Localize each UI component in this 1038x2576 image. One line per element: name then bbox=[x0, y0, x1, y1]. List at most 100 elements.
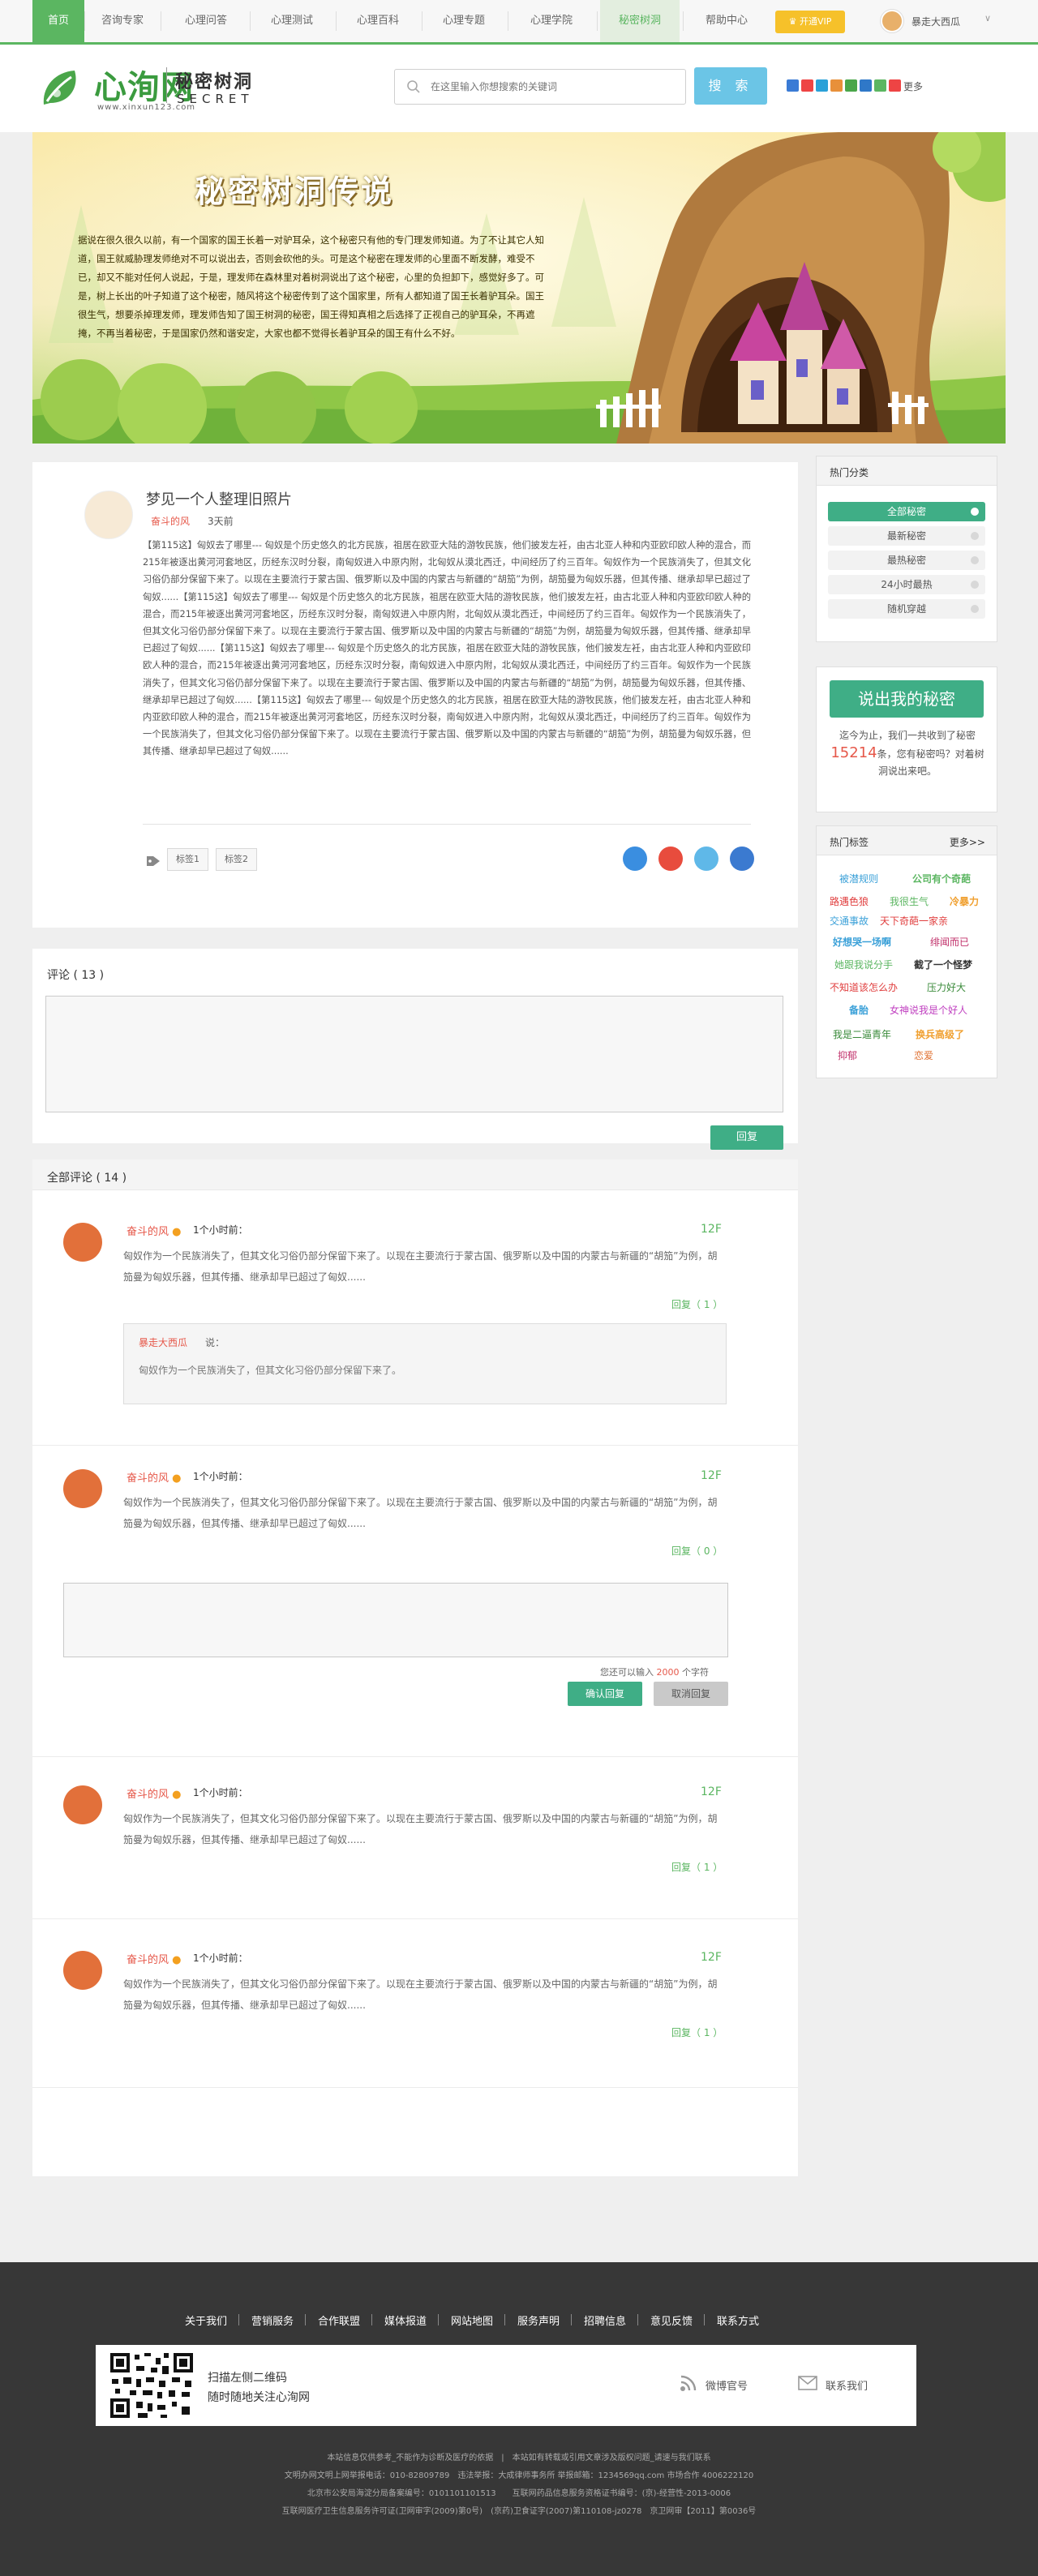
share-more-link[interactable]: 更多 bbox=[903, 79, 923, 93]
share-plus-icon[interactable] bbox=[889, 79, 901, 92]
category-all[interactable]: 全部秘密 bbox=[828, 502, 985, 521]
reply-toggle[interactable]: 回复（ 1 ） bbox=[671, 1860, 723, 1874]
footer-link[interactable]: 关于我们 bbox=[185, 2312, 227, 2328]
hot-tag[interactable]: 压力好大 bbox=[927, 980, 966, 994]
reply-toggle[interactable]: 回复（ 0 ） bbox=[671, 1544, 723, 1558]
comment-list: 全部评论 ( 14 ) 奋斗的风 ● 1个小时前： 12F 匈奴作为一个民族消失… bbox=[32, 1159, 798, 2176]
comment-author[interactable]: 奋斗的风 ● bbox=[127, 1469, 182, 1485]
hot-tag[interactable]: 被潜规则 bbox=[839, 872, 878, 885]
nav-item-wiki[interactable]: 心理百科 bbox=[337, 0, 418, 42]
search-icon bbox=[407, 80, 420, 93]
footer-link[interactable]: 营销服务 bbox=[251, 2312, 294, 2328]
search-button[interactable]: 搜 索 bbox=[694, 67, 767, 105]
more-tags-link[interactable]: 更多>> bbox=[950, 835, 985, 849]
footer-link[interactable]: 合作联盟 bbox=[318, 2312, 360, 2328]
user-avatar bbox=[881, 10, 903, 32]
cancel-reply-button[interactable]: 取消回复 bbox=[654, 1682, 728, 1706]
renren-icon[interactable] bbox=[830, 79, 843, 92]
reply-toggle[interactable]: 回复（ 1 ） bbox=[671, 2025, 723, 2039]
comment-text: 匈奴作为一个民族消失了，但其文化习俗仍部分保留下来了。以现在主要流行于蒙古国、俄… bbox=[123, 1813, 718, 1845]
site-header: 心洵网 www.xinxun123.com 秘密树洞 SECRET 搜 索 更多 bbox=[0, 45, 1038, 132]
wechat-icon[interactable] bbox=[874, 79, 886, 92]
qq-share-icon[interactable] bbox=[623, 847, 647, 871]
footer-link-separator bbox=[371, 2314, 372, 2325]
qzone-icon[interactable] bbox=[787, 79, 799, 92]
panel-header: 热门分类 bbox=[817, 456, 997, 486]
category-random[interactable]: 随机穿越 bbox=[828, 599, 985, 619]
hot-tag[interactable]: 她跟我说分手 bbox=[834, 958, 893, 971]
renren-share-icon[interactable] bbox=[730, 847, 754, 871]
nav-item-secret-tree[interactable]: 秘密树洞 bbox=[600, 0, 680, 42]
hot-tag[interactable]: 天下奇葩一家亲 bbox=[880, 914, 948, 928]
footer-follow-panel: 扫描左侧二维码 随时随地关注心洵网 微博官号 联系我们 bbox=[96, 2345, 916, 2426]
reply-textarea[interactable] bbox=[63, 1583, 728, 1657]
hot-tag[interactable]: 我是二逼青年 bbox=[833, 1027, 891, 1041]
post-body: 【第115这】匈奴去了哪里--- 匈奴是个历史悠久的北方民族，祖居在欧亚大陆的游… bbox=[143, 540, 751, 757]
medal-icon: ● bbox=[172, 1472, 182, 1485]
nav-separator bbox=[683, 11, 684, 31]
hot-tag[interactable]: 冷暴力 bbox=[950, 894, 979, 908]
search-input[interactable] bbox=[431, 76, 674, 97]
kaixin-icon[interactable] bbox=[860, 79, 872, 92]
hot-tag[interactable]: 绯闻而已 bbox=[930, 935, 969, 949]
weibo-account-link[interactable]: 微博官号 bbox=[706, 2377, 748, 2393]
reply-button[interactable]: 回复 bbox=[710, 1125, 783, 1150]
nav-item-test[interactable]: 心理测试 bbox=[251, 0, 332, 42]
comment-textarea[interactable] bbox=[45, 996, 783, 1112]
comment-author[interactable]: 奋斗的风 ● bbox=[127, 1223, 182, 1238]
comment-author[interactable]: 奋斗的风 ● bbox=[127, 1785, 182, 1801]
nav-item-home[interactable]: 首页 bbox=[32, 0, 84, 42]
nav-item-academy[interactable]: 心理学院 bbox=[509, 0, 594, 42]
category-24h[interactable]: 24小时最热 bbox=[828, 575, 985, 594]
category-latest[interactable]: 最新秘密 bbox=[828, 526, 985, 546]
commenter-avatar bbox=[63, 1951, 102, 1990]
hot-tag[interactable]: 女神说我是个好人 bbox=[890, 1003, 967, 1017]
hot-tag[interactable]: 好想哭一场啊 bbox=[833, 935, 891, 949]
confirm-reply-button[interactable]: 确认回复 bbox=[568, 1682, 642, 1706]
comment-time: 1个小时前： bbox=[193, 1471, 248, 1482]
footer-link[interactable]: 网站地图 bbox=[451, 2312, 493, 2328]
nav-item-consult[interactable]: 咨询专家 bbox=[88, 0, 157, 42]
tencent-weibo-icon[interactable] bbox=[816, 79, 828, 92]
commenter-avatar bbox=[63, 1469, 102, 1508]
hot-tag[interactable]: 我很生气 bbox=[890, 894, 929, 908]
hot-tag[interactable]: 换兵高级了 bbox=[916, 1027, 964, 1041]
dot-icon bbox=[971, 605, 979, 613]
footer-link[interactable]: 服务声明 bbox=[517, 2312, 560, 2328]
nested-reply-author[interactable]: 暴走大西瓜 bbox=[139, 1335, 187, 1349]
reply-toggle[interactable]: 回复（ 1 ） bbox=[671, 1297, 723, 1311]
contact-us-link[interactable]: 联系我们 bbox=[826, 2377, 868, 2393]
comment-author[interactable]: 奋斗的风 ● bbox=[127, 1951, 182, 1966]
hot-tag[interactable]: 路遇色狼 bbox=[830, 894, 869, 908]
footer-link[interactable]: 招聘信息 bbox=[584, 2312, 626, 2328]
hot-tag[interactable]: 抑郁 bbox=[838, 1048, 857, 1062]
hot-tag[interactable]: 截了一个怪梦 bbox=[914, 958, 972, 971]
nav-item-help[interactable]: 帮助中心 bbox=[686, 0, 767, 42]
footer-link[interactable]: 联系方式 bbox=[717, 2312, 759, 2328]
comment-floor: 12F bbox=[701, 1469, 722, 1482]
hot-tag[interactable]: 不知道该怎么办 bbox=[830, 980, 898, 994]
divider bbox=[143, 824, 751, 825]
douban-icon[interactable] bbox=[845, 79, 857, 92]
post-tag[interactable]: 标签2 bbox=[216, 848, 257, 871]
post-tag[interactable]: 标签1 bbox=[167, 848, 208, 871]
hot-tag[interactable]: 恋爱 bbox=[914, 1048, 933, 1062]
nav-item-topics[interactable]: 心理专题 bbox=[423, 0, 504, 42]
nav-separator bbox=[597, 11, 598, 31]
banner-story: 据说在很久很久以前，有一个国家的国王长着一对驴耳朵，这个秘密只有他的专门理发师知… bbox=[78, 234, 544, 339]
category-hottest[interactable]: 最热秘密 bbox=[828, 551, 985, 570]
tencent-share-icon[interactable] bbox=[694, 847, 718, 871]
footer-link[interactable]: 意见反馈 bbox=[650, 2312, 693, 2328]
post-author[interactable]: 奋斗的风 bbox=[151, 514, 190, 528]
say-secret-button[interactable]: 说出我的秘密 bbox=[830, 680, 984, 718]
weibo-share-icon[interactable] bbox=[658, 847, 683, 871]
open-vip-button[interactable]: ♛ 开通VIP bbox=[775, 11, 845, 33]
hot-tag[interactable]: 备胎 bbox=[849, 1003, 869, 1017]
hot-tag[interactable]: 公司有个奇葩 bbox=[912, 872, 971, 885]
hot-tag[interactable]: 交通事故 bbox=[830, 914, 869, 928]
secret-count: 15214 bbox=[830, 744, 877, 761]
footer-link[interactable]: 媒体报道 bbox=[384, 2312, 427, 2328]
weibo-icon[interactable] bbox=[801, 79, 813, 92]
medal-icon: ● bbox=[172, 1789, 182, 1801]
nav-item-qa[interactable]: 心理问答 bbox=[165, 0, 247, 42]
